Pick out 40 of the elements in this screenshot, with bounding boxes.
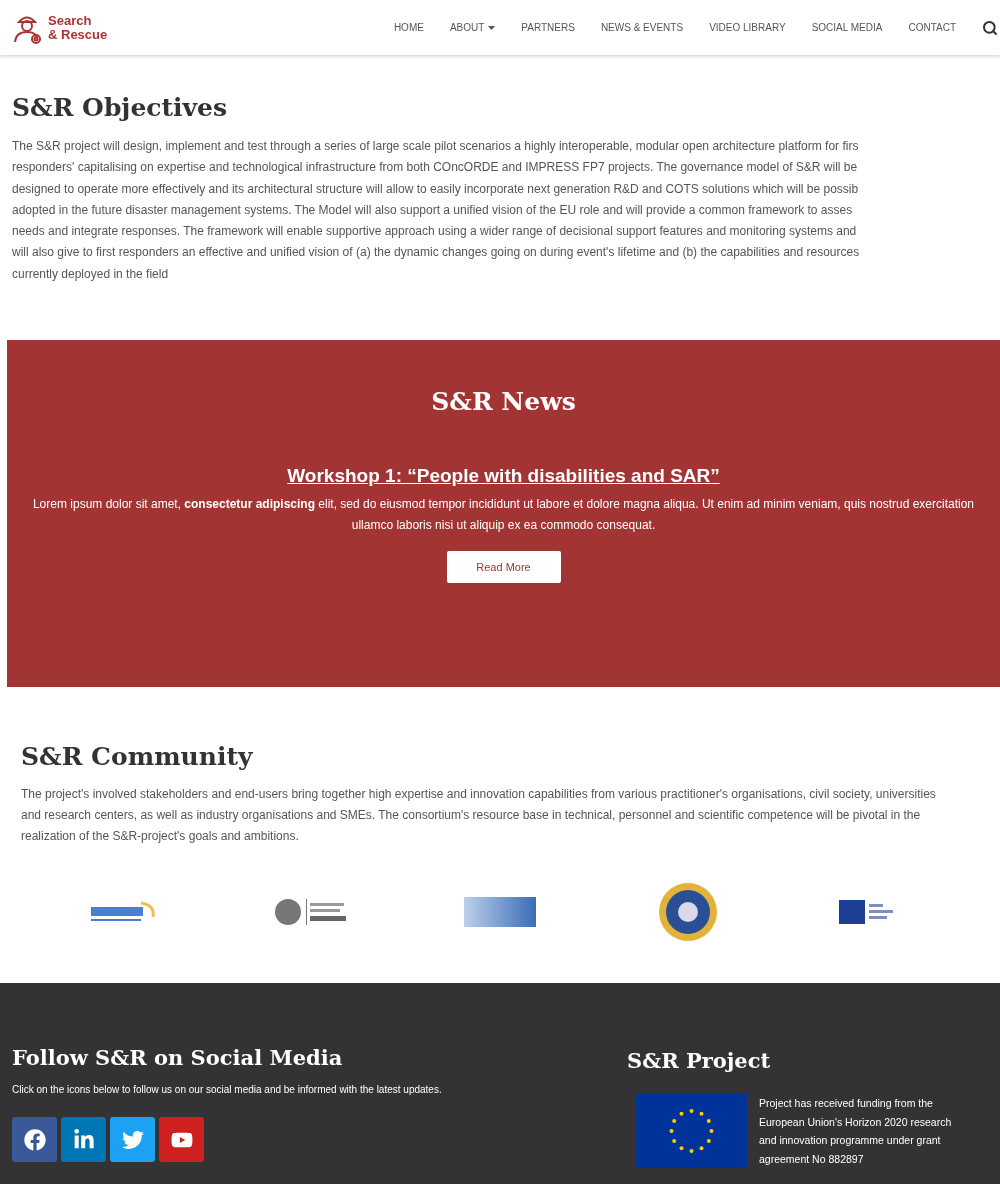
section-heading: S&R Community <box>21 742 254 773</box>
read-more-button[interactable]: Read More <box>446 551 561 584</box>
search-icon[interactable] <box>982 19 998 36</box>
facebook-icon <box>23 1128 46 1151</box>
caret-icon <box>488 25 496 30</box>
footer-heading: Follow S&R on Social Media <box>12 1045 344 1072</box>
nav-link[interactable]: HOME <box>393 20 424 35</box>
footer-heading: S&R Project <box>627 1048 772 1075</box>
funding-text: Project has received funding from the European Union's Horizon 2020 research and innovation programme under grant agreement No 882897 <box>759 1096 953 1167</box>
section-heading: S&R Objectives <box>12 93 229 123</box>
paragraph-line: The S&R project will design, implement and test through a series of large scale pilot scenarios a highly interoperable, modular open architecture platform for firs <box>12 138 860 155</box>
nav-link[interactable]: PARTNERS <box>521 20 575 35</box>
footer-text: Click on the icons below to follow us on our social media and be informed with the latest updates. <box>12 1083 443 1098</box>
nav-link[interactable]: ABOUT <box>449 20 496 35</box>
section-heading: S&R News <box>431 387 576 418</box>
nav-link[interactable]: CONTACT <box>908 20 956 35</box>
community-paragraph: The project's involved stakeholders and end-users bring together high expertise and innovation capabilities from various practitioner's organisations, civil society, universities and research centers, as well as industry organisations and SMEs. The consortium's resource base in technical, personnel and scientific competence will be pivotal in the realization of the S&R-project's goals and ambitions. <box>21 786 937 846</box>
linkedin-link[interactable] <box>61 1117 106 1163</box>
nav-link[interactable]: SOCIAL MEDIA <box>811 20 883 35</box>
paragraph-line: currently deployed in the field <box>12 265 170 283</box>
facebook-link[interactable] <box>12 1117 57 1163</box>
twitter-icon <box>121 1128 144 1151</box>
linkedin-icon <box>72 1128 95 1151</box>
partner-logo <box>464 897 536 928</box>
youtube-link[interactable] <box>159 1117 204 1163</box>
paragraph-line: will also give to first responders an effective and unified vision of (a) the dynamic changes going on during event's lifetime and (b) the capabilities and resources <box>12 244 861 262</box>
paragraph-line: needs and integrate responses. The framework will enable supportive approach using a wider range of decisional support features and monitoring systems and <box>12 223 858 241</box>
paragraph-line: designed to operate more effectively and its architectural structure will allow to easily incorporate next generation R&D and COTS solutions which will be possib <box>12 180 860 198</box>
partner-logo <box>657 882 718 943</box>
logo-text: & Rescue <box>48 27 108 42</box>
site-logo[interactable]: Search & Rescue <box>10 10 108 45</box>
eu-flag-icon <box>636 1094 747 1169</box>
nav-link[interactable]: VIDEO LIBRARY <box>709 20 786 35</box>
nav-link[interactable]: NEWS & EVENTS <box>600 20 684 35</box>
article-excerpt: Lorem ipsum dolor sit amet, consectetur adipiscing elit, sed do eiusmod tempor incididunt ut labore et dolore magna aliqua. Ut enim ad minim veniam, quis nostrud exercitation ullamco laboris nisi ut aliquip ex ea commodo consequat. <box>31 496 976 535</box>
paragraph-line: responders' capitalising on expertise and technological infrastructure from both COncORDE and IMPRESS FP7 projects. The governance model of S&R will be <box>12 159 859 177</box>
article-link[interactable]: Workshop 1: “People with disabilities and SAR” <box>287 464 720 489</box>
logo-text: Search <box>48 13 93 28</box>
paragraph-line: adopted in the future disaster management systems. The Model will also support a unified vision of the EU role and will provide a common framework to asses <box>12 201 854 219</box>
twitter-link[interactable] <box>110 1117 155 1163</box>
